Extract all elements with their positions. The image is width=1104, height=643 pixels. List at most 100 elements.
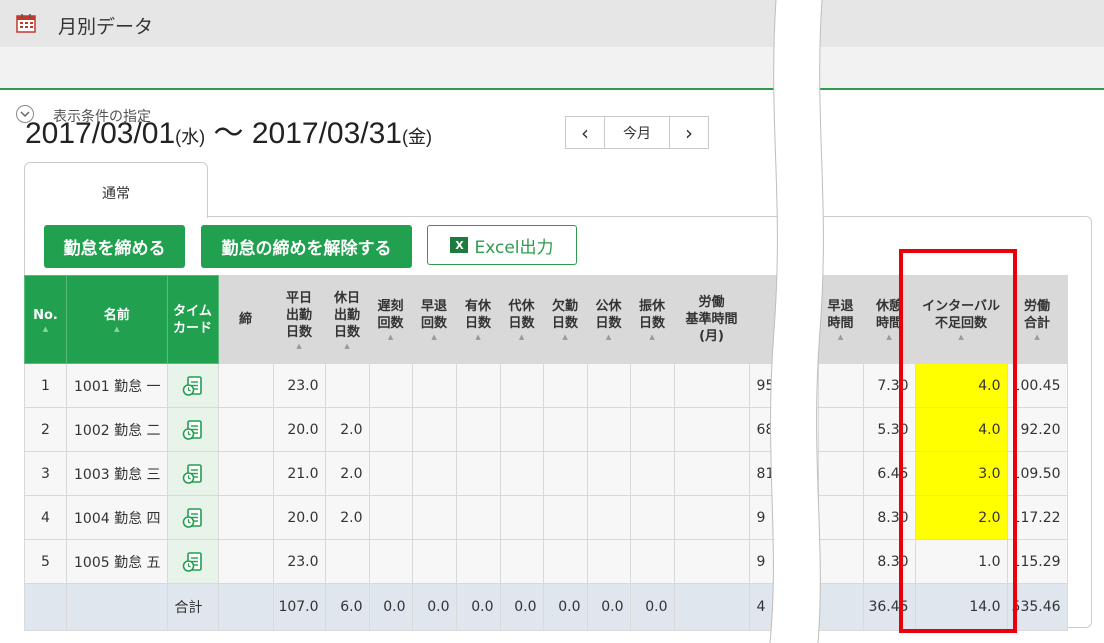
timecard-icon[interactable] <box>182 375 204 396</box>
timecard-icon[interactable] <box>182 419 204 440</box>
col-comp-days[interactable]: 代休 日数 ▲ <box>499 275 544 364</box>
total-early-count: 0.0 <box>411 583 457 631</box>
cell-paid-days <box>455 451 501 496</box>
cell-transfer-days <box>629 539 675 584</box>
cell-no: 5 <box>24 539 67 584</box>
calendar-icon <box>16 14 36 33</box>
title-bar: 月別データ <box>0 0 1104 47</box>
next-month-button[interactable]: › <box>670 117 708 148</box>
cell-std-hours <box>673 407 750 452</box>
cell-transfer-days <box>629 407 675 452</box>
cell-weekday-days: 20.0 <box>272 407 326 452</box>
excel-icon: X <box>450 237 469 253</box>
cell-close <box>217 495 274 540</box>
table-cut-gap <box>769 0 824 643</box>
cell-late-count <box>368 495 413 540</box>
cell-close <box>217 451 274 496</box>
cell-comp-days <box>499 407 544 452</box>
cell-close <box>217 363 274 408</box>
period-end-dow: (金) <box>402 127 432 147</box>
timecard-icon[interactable] <box>182 507 204 528</box>
cell-transfer-days <box>629 451 675 496</box>
col-close[interactable]: 締 <box>217 275 274 364</box>
cell-early-count <box>411 495 457 540</box>
unclose-attendance-button[interactable]: 勤怠の締めを解除する <box>201 225 412 268</box>
filter-toggle[interactable]: 表示条件の指定 <box>0 47 1104 125</box>
cell-early-count <box>411 539 457 584</box>
col-weekday-days[interactable]: 平日 出勤 日数 ▲ <box>272 275 326 364</box>
timecard-cell[interactable] <box>166 451 219 496</box>
col-holiday-days[interactable]: 休日 出勤 日数 ▲ <box>324 275 370 364</box>
cell-late-count <box>368 451 413 496</box>
cell-absent-days <box>542 363 588 408</box>
cell-no: 3 <box>24 451 67 496</box>
highlight-annotation-box <box>899 249 1017 633</box>
col-absent-days[interactable]: 欠勤 日数 ▲ <box>542 275 588 364</box>
cell-no <box>24 583 67 631</box>
cell-name: 1004 勤怠 四 <box>66 495 168 540</box>
cell-close <box>217 583 274 631</box>
cell-name: 1003 勤怠 三 <box>66 451 168 496</box>
total-comp-days: 0.0 <box>499 583 544 631</box>
timecard-cell[interactable] <box>166 539 219 584</box>
total-paid-days: 0.0 <box>455 583 501 631</box>
period-sep: 〜 <box>213 117 244 150</box>
total-absent-days: 0.0 <box>542 583 588 631</box>
cell-holiday-days <box>324 363 370 408</box>
total-public-days: 0.0 <box>586 583 631 631</box>
cell-comp-days <box>499 495 544 540</box>
cell-paid-days <box>455 363 501 408</box>
col-transfer-days[interactable]: 振休 日数 ▲ <box>629 275 675 364</box>
divider <box>0 88 1104 90</box>
cell-no: 2 <box>24 407 67 452</box>
timecard-cell[interactable] <box>166 407 219 452</box>
col-name[interactable]: 名前 ▲ <box>66 275 168 364</box>
cell-comp-days <box>499 363 544 408</box>
cell-holiday-days: 2.0 <box>324 407 370 452</box>
period-range: 2017/03/01(水) 〜 2017/03/31(金) <box>25 108 432 152</box>
total-transfer-days: 0.0 <box>629 583 675 631</box>
tab-normal[interactable]: 通常 <box>24 162 208 218</box>
cell-std-hours <box>673 539 750 584</box>
timecard-cell[interactable] <box>166 495 219 540</box>
cell-holiday-days <box>324 539 370 584</box>
timecard-icon[interactable] <box>182 551 204 572</box>
this-month-button[interactable]: 今月 <box>604 117 670 148</box>
col-late-count[interactable]: 遅刻 回数 ▲ <box>368 275 413 364</box>
col-paid-days[interactable]: 有休 日数 ▲ <box>455 275 501 364</box>
timecard-cell[interactable] <box>166 363 219 408</box>
cell-std-hours <box>673 495 750 540</box>
prev-month-button[interactable]: ‹ <box>566 117 604 148</box>
total-holiday-days: 6.0 <box>324 583 370 631</box>
cell-early-count <box>411 363 457 408</box>
cell-early-count <box>411 451 457 496</box>
cell-late-count <box>368 539 413 584</box>
cell-std-hours <box>673 363 750 408</box>
cell-weekday-days: 23.0 <box>272 363 326 408</box>
month-pager: ‹ 今月 › <box>565 116 709 149</box>
cell-name: 1001 勤怠 一 <box>66 363 168 408</box>
cell-no: 1 <box>24 363 67 408</box>
cell-paid-days <box>455 539 501 584</box>
col-public-days[interactable]: 公休 日数 ▲ <box>586 275 631 364</box>
col-early-count[interactable]: 早退 回数 ▲ <box>411 275 457 364</box>
close-attendance-button[interactable]: 勤怠を締める <box>44 225 185 268</box>
col-std-hours[interactable]: 労働 基準時間 (月) <box>673 275 750 364</box>
cell-close <box>217 407 274 452</box>
cell-paid-days <box>455 407 501 452</box>
excel-export-button[interactable]: X Excel出力 <box>427 225 577 265</box>
period-start: 2017/03/01 <box>25 117 176 150</box>
cell-comp-days <box>499 451 544 496</box>
period-start-dow: (水) <box>175 127 206 147</box>
cell-public-days <box>586 495 631 540</box>
total-late-count: 0.0 <box>368 583 413 631</box>
cell-transfer-days <box>629 363 675 408</box>
page-title: 月別データ <box>58 16 154 38</box>
cell-public-days <box>586 539 631 584</box>
timecard-icon[interactable] <box>182 463 204 484</box>
cell-name: 1005 勤怠 五 <box>66 539 168 584</box>
col-no[interactable]: No. ▲ <box>24 275 67 364</box>
cell-public-days <box>586 363 631 408</box>
cell-std-hours <box>673 451 750 496</box>
col-timecard[interactable]: タイム カード <box>166 275 219 364</box>
